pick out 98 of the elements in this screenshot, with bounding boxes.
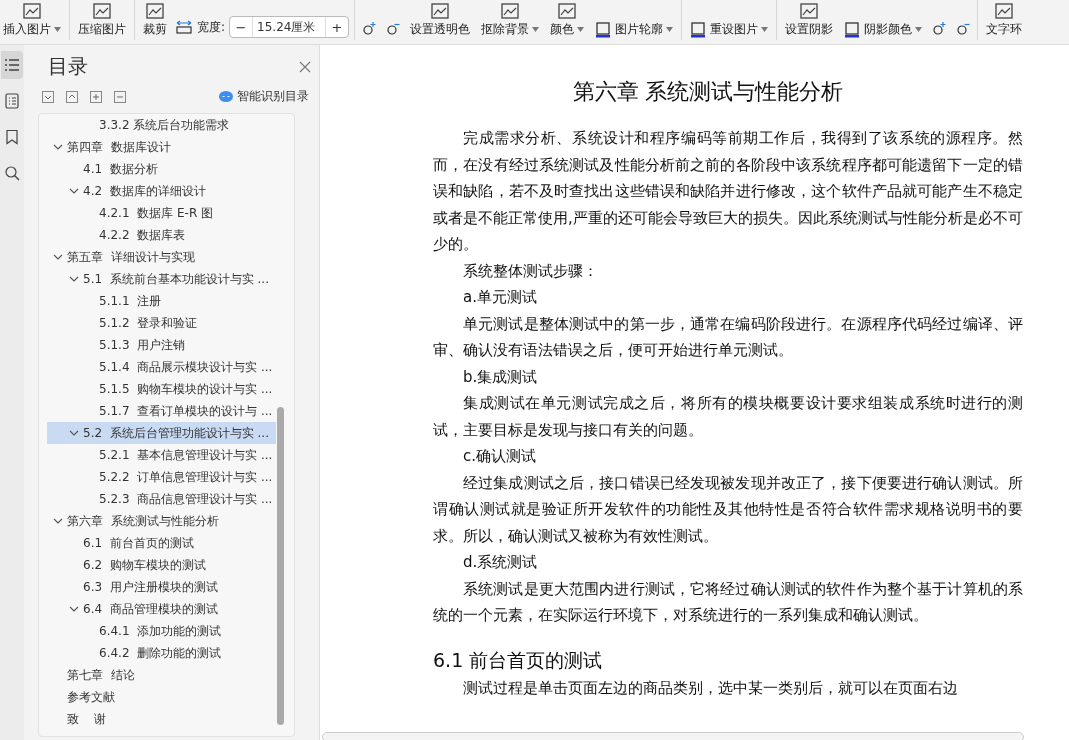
toc-item[interactable]: 5.1 系统前台基本功能设计与实 ... — [47, 268, 276, 290]
paragraph: 系统整体测试步骤： — [462, 260, 599, 282]
chevron-down-icon[interactable] — [69, 186, 79, 196]
toc-item[interactable]: 5.1.3 用户注销 — [47, 334, 276, 356]
paragraph: 系统测试是更大范围内进行测试，它将经过确认测试的软件作为整个基于计算机的系统的一个元素，在实际运行环境下，对系统进行的一系列集成和确认测试。 — [433, 578, 1023, 626]
toc-item[interactable]: 第四章 数据库设计 — [47, 136, 276, 158]
picture-tool-icon — [800, 3, 819, 19]
picture-tool-icon — [93, 3, 111, 19]
plus-icon[interactable] — [90, 90, 102, 103]
chevron-down-icon[interactable] — [53, 252, 63, 262]
scrollbar-thumb[interactable] — [277, 407, 284, 725]
toc-item[interactable]: 5.1.2 登录和验证 — [47, 312, 276, 334]
toc-item[interactable]: 6.4.1 添加功能的测试 — [47, 620, 276, 642]
chevron-down-icon[interactable] — [69, 604, 79, 614]
width-spinner[interactable]: − 15.24厘米 + — [229, 16, 350, 38]
ribbon-button[interactable]: 图片轮廓 — [592, 21, 677, 38]
ribbon-button[interactable]: 颜色 — [547, 3, 588, 38]
chevron-down-icon[interactable] — [42, 90, 54, 103]
toc-item[interactable]: 5.1.7 查看订单模块的设计与 ... — [47, 400, 276, 422]
toc-item[interactable]: 致 谢 — [47, 708, 276, 730]
paragraph: 集成测试在单元测试完成之后，将所有的模块概要设计要求组装成系统时进行的测试，主要目标是发现与接口有关的问题。 — [433, 393, 1023, 441]
ribbon-button[interactable]: 插入图片 — [0, 3, 64, 38]
toc-item[interactable]: 6.4 商品管理模块的测试 — [47, 598, 276, 620]
ribbon-button[interactable]: 文字环 — [983, 3, 1026, 38]
toc-item[interactable]: 5.2.2 订单信息管理设计与实 ... — [47, 466, 276, 488]
toc-item[interactable]: 4.2.1 数据库 E-R 图 — [47, 202, 276, 224]
toc-item[interactable]: 6.3 用户注册模块的测试 — [47, 576, 276, 598]
toc-item[interactable]: 6.2 购物车模块的测试 — [47, 554, 276, 576]
toc-item[interactable]: 5.2.3 商品信息管理设计与实 ... — [47, 488, 276, 510]
toc-item[interactable]: 4.1 数据分析 — [47, 158, 276, 180]
caret-icon — [666, 27, 674, 32]
toc-item[interactable]: 第六章 系统测试与性能分析 — [47, 510, 276, 532]
toc-item[interactable]: 5.1.4 商品展示模块设计与实 ... — [47, 356, 276, 378]
width-label: 宽度: — [197, 18, 226, 36]
toc-item[interactable]: 3.3.2 系统后台功能需求 — [47, 114, 276, 136]
toc-item[interactable]: 6.4.2 删除功能的测试 — [47, 642, 276, 664]
toc-item[interactable]: 第五章 详细设计与实现 — [47, 246, 276, 268]
picture-tool-icon — [146, 3, 164, 19]
picture-outline-icon — [690, 21, 707, 38]
paragraph: d.系统测试 — [462, 552, 539, 573]
toc-item[interactable]: 5.2 系统后台管理功能设计与实 ... — [47, 422, 276, 444]
width-value: 15.24厘米 — [252, 17, 327, 37]
paragraph: 完成需求分析、系统设计和程序编码等前期工作后，我得到了该系统的源程序。然而，在没有经过系统测试及性能分析前之前的各阶段中该系统程序都可能遗留下一定的错误和缺陷，若不及时查找出这些错误和缺陷并进行修改，这个软件产品就可能产生不稳定或者是不能正常使用,严重的还可能会导致巨大的损失。因此系统测试与性能分析是必不可少的。 — [433, 128, 1023, 255]
picture-tool-icon — [995, 3, 1014, 19]
ribbon-button[interactable]: 设置阴影 — [782, 3, 837, 38]
page-list-icon — [4, 93, 20, 109]
chevron-down-icon[interactable] — [53, 516, 63, 526]
ribbon-button[interactable]: 设置透明色 — [407, 3, 474, 38]
chapter-title: 第六章 系统测试与性能分析 — [571, 78, 845, 106]
picture-tool-icon — [501, 3, 520, 19]
chevron-down-icon[interactable] — [53, 142, 63, 152]
close-icon[interactable] — [299, 60, 311, 73]
picture-outline-icon — [595, 21, 612, 38]
brightness-icon — [360, 20, 379, 38]
width-icon — [175, 20, 193, 34]
caret-icon — [532, 27, 540, 32]
increment-button[interactable]: + — [326, 19, 349, 35]
ribbon-button[interactable]: 重设图片 — [687, 21, 772, 38]
section-heading: 6.1 前台首页的测试 — [433, 647, 604, 673]
paragraph: c.确认测试 — [462, 446, 537, 467]
chevron-down-icon[interactable] — [69, 428, 79, 438]
smart-toc-button[interactable]: 智能识别目录 — [219, 88, 309, 105]
toc-item[interactable]: 5.1.5 购物车模块的设计与实 ... — [47, 378, 276, 400]
chevron-down-icon[interactable] — [69, 274, 79, 284]
paragraph: 单元测试是整体测试中的第一步，通常在编码阶段进行。在源程序代码经过编译、评审、确认没有语法错误之后，便可开始进行单元测试。 — [433, 313, 1023, 361]
ribbon-button[interactable]: 裁剪 — [140, 3, 170, 38]
bookmark-icon — [4, 129, 20, 145]
toc-item[interactable]: 5.1.1 注册 — [47, 290, 276, 312]
toc-item[interactable]: 第七章 结论 — [47, 664, 276, 686]
sidebar-tab[interactable] — [1, 51, 23, 79]
toc-item[interactable]: 参考文献 — [47, 686, 276, 708]
chevron-up-icon[interactable] — [66, 90, 78, 103]
caret-icon — [915, 27, 923, 32]
picture-tool-icon — [23, 3, 41, 19]
paragraph: 测试过程是单击页面左边的商品类别，选中某一类别后，就可以在页面右边 — [462, 677, 959, 699]
toc-item[interactable]: 6.1 前台首页的测试 — [47, 532, 276, 554]
toc-item[interactable]: 5.2.1 基本信息管理设计与实 ... — [47, 444, 276, 466]
picture-tool-icon — [431, 3, 450, 19]
panel-title: 目录 — [48, 53, 88, 80]
search-icon — [4, 165, 20, 181]
picture-tool-icon — [558, 3, 577, 19]
picture-outline-icon — [844, 21, 861, 38]
outline-icon — [4, 57, 20, 73]
caret-icon — [577, 27, 585, 32]
paragraph: b.集成测试 — [462, 366, 539, 388]
ribbon-button[interactable]: 压缩图片 — [75, 3, 129, 38]
toc-item[interactable]: 4.2.2 数据库表 — [47, 224, 276, 246]
horizontal-scrollbar[interactable] — [322, 732, 1024, 740]
paragraph: a.单元测试 — [462, 287, 538, 308]
decrement-button[interactable]: − — [230, 19, 253, 35]
ribbon-button[interactable]: 阴影颜色 — [841, 21, 926, 38]
toc-item[interactable]: 4.2 数据库的详细设计 — [47, 180, 276, 202]
caret-icon — [761, 27, 769, 32]
ribbon-button[interactable]: 抠除背景 — [478, 3, 543, 38]
minus-icon[interactable] — [114, 90, 126, 103]
brightness-icon — [930, 20, 949, 38]
paragraph: 经过集成测试之后，接口错误已经发现被发现并改正了，接下便要进行确认测试。所谓确认测试就是验证所开发软件的功能性及其他特性是否符合软件需求规格说明书的要求。所以，确认测试又被称为有效性测试。 — [433, 472, 1023, 547]
caret-icon — [54, 27, 61, 32]
